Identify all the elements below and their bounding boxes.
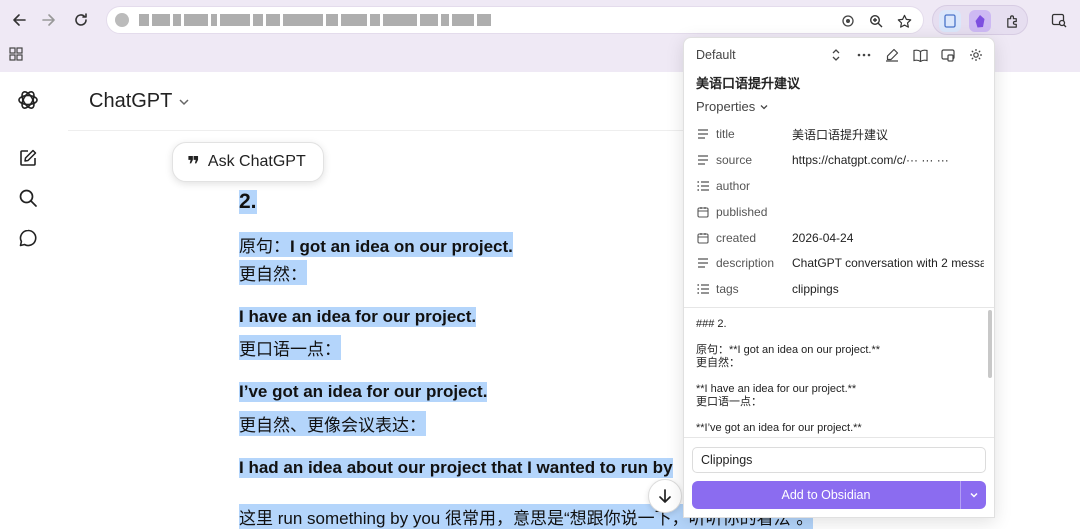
template-switch-icon[interactable] <box>828 47 844 63</box>
arrow-left-icon <box>13 14 26 26</box>
property-created[interactable]: created 2026-04-24 <box>696 228 992 248</box>
search-tabs-icon <box>1051 13 1067 28</box>
chat-bubble-icon[interactable] <box>16 226 40 250</box>
scroll-to-bottom-button[interactable] <box>648 479 682 513</box>
extensions-group <box>932 5 1028 35</box>
text-icon <box>696 153 710 167</box>
label-more-natural: 更自然： <box>239 260 307 285</box>
property-title[interactable]: title 美语口语提升建议 <box>696 124 992 144</box>
note-line: 更口语一点： <box>696 396 762 408</box>
obsidian-icon[interactable] <box>969 10 991 32</box>
note-title[interactable]: 美语口语提升建议 <box>696 73 800 92</box>
zoom-icon[interactable] <box>868 13 884 29</box>
clipper-toolbar <box>828 47 984 63</box>
properties-toggle[interactable]: Properties <box>696 99 769 114</box>
ask-chatgpt-button[interactable]: ❞ Ask ChatGPT <box>172 142 324 182</box>
side-panel-button[interactable] <box>1048 9 1070 31</box>
add-to-obsidian-label: Add to Obsidian <box>781 488 871 502</box>
calendar-icon <box>696 231 710 245</box>
folder-input[interactable]: Clippings <box>692 447 986 473</box>
search-icon[interactable] <box>16 186 40 210</box>
text-icon <box>696 127 710 141</box>
browser-toolbar <box>0 0 1080 40</box>
note-line: 更自然： <box>696 357 740 369</box>
suggestion-1: I have an idea for our project. <box>239 307 477 327</box>
note-line: 原句：**I got an idea on our project.** <box>696 344 881 356</box>
suggestion-2: I’ve got an idea for our project. <box>239 382 488 402</box>
highlighter-icon[interactable] <box>884 47 900 63</box>
obsidian-clipper-panel: Default 美语口语提升建议 Properties title 美语口语提升… <box>683 37 995 518</box>
url-text-redacted <box>139 14 491 28</box>
reload-icon <box>75 13 87 26</box>
embedded-mode-icon[interactable] <box>940 47 956 63</box>
property-author[interactable]: author <box>696 176 992 196</box>
list-icon <box>696 179 710 193</box>
note-line: **I’ve got an idea for our project.** <box>696 422 862 434</box>
reader-icon[interactable] <box>912 47 928 63</box>
suggestion-3: I had an idea about our project that I w… <box>239 458 673 478</box>
bookmark-star-icon[interactable] <box>896 13 912 29</box>
more-options-icon[interactable] <box>856 47 872 63</box>
quote-icon: ❞ <box>187 152 200 177</box>
property-source[interactable]: source https://chatgpt.com/c/··· ··· ··· <box>696 150 992 170</box>
label-meeting-style: 更自然、更像会议表达： <box>239 411 426 436</box>
header-divider <box>68 130 688 131</box>
original-sentence: 原句：I got an idea on our project. <box>239 232 513 257</box>
note-scrollbar[interactable] <box>988 310 992 378</box>
list-icon <box>696 282 710 296</box>
text-icon <box>696 256 710 270</box>
template-name[interactable]: Default <box>696 48 736 62</box>
back-button[interactable] <box>8 9 30 31</box>
forward-button[interactable] <box>38 9 60 31</box>
arrow-right-icon <box>42 14 55 26</box>
arrow-down-icon <box>659 489 671 503</box>
ask-chatgpt-label: Ask ChatGPT <box>207 153 306 170</box>
translate-icon[interactable] <box>840 13 856 29</box>
model-selector[interactable]: ChatGPT <box>89 90 190 113</box>
note-content-editor[interactable]: ### 2. 原句：**I got an idea on our project… <box>696 318 984 436</box>
label-more-colloquial: 更口语一点： <box>239 335 341 360</box>
property-tags[interactable]: tags clippings <box>696 279 992 299</box>
address-bar[interactable] <box>106 6 924 34</box>
chevron-down-icon <box>969 492 978 498</box>
page-title: ChatGPT <box>89 90 173 112</box>
note-line: **I have an idea for our project.** <box>696 383 857 395</box>
settings-gear-icon[interactable] <box>968 47 984 63</box>
reload-button[interactable] <box>70 9 92 31</box>
chevron-down-icon <box>760 104 768 109</box>
note-line: ### 2. <box>696 318 727 330</box>
puzzle-icon[interactable] <box>1001 10 1023 32</box>
openai-logo-icon[interactable] <box>16 88 40 112</box>
page-icon[interactable] <box>939 10 961 32</box>
properties-label: Properties <box>696 99 756 114</box>
section-heading: 2. <box>239 190 257 214</box>
property-published[interactable]: published <box>696 202 992 222</box>
site-info-icon[interactable] <box>115 13 129 27</box>
properties-divider <box>684 307 994 308</box>
chevron-down-icon <box>179 98 189 105</box>
note-divider <box>684 437 994 438</box>
add-to-obsidian-button[interactable]: Add to Obsidian <box>692 481 986 509</box>
vault-dropdown-button[interactable] <box>960 481 986 509</box>
calendar-icon <box>696 205 710 219</box>
new-chat-icon[interactable] <box>16 146 40 170</box>
property-description[interactable]: description ChatGPT conversation with 2 … <box>696 253 992 273</box>
chatgpt-sidebar <box>0 72 56 518</box>
apps-grid-icon[interactable] <box>9 47 23 66</box>
